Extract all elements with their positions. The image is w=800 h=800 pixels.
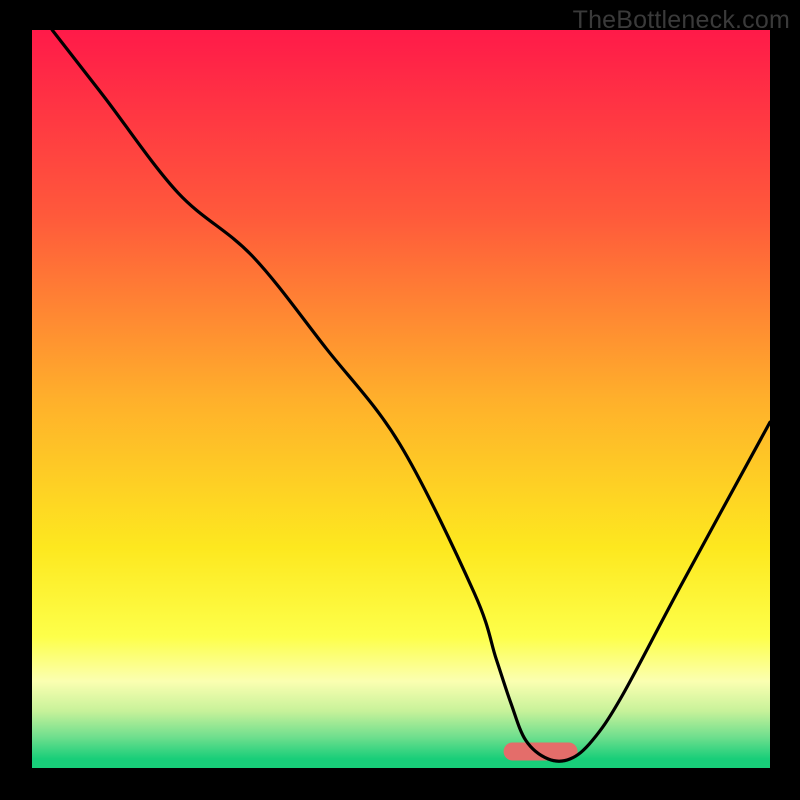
gradient-background [30,30,770,770]
chart-container: TheBottleneck.com [0,0,800,800]
optimal-marker [504,743,578,761]
bottleneck-chart [0,0,800,800]
watermark-text: TheBottleneck.com [573,6,790,35]
